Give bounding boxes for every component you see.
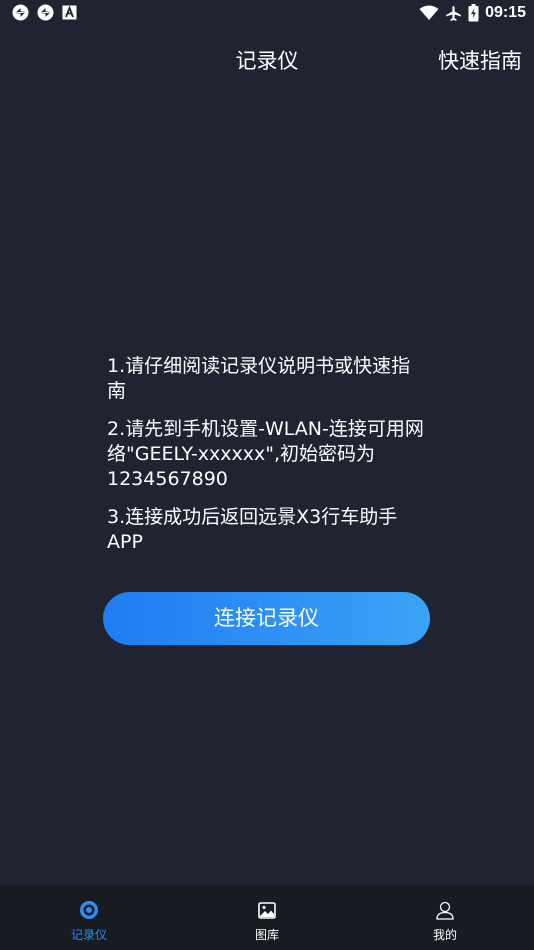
instruction-step: 1.请仔细阅读记录仪说明书或快速指南 xyxy=(107,355,411,402)
connect-recorder-button[interactable]: 连接记录仪 xyxy=(103,592,430,645)
sync-icon xyxy=(37,4,54,21)
status-right-icons: 09:15 xyxy=(419,3,526,23)
status-time: 09:15 xyxy=(485,4,526,21)
wifi-icon xyxy=(419,5,439,21)
sync-icon xyxy=(12,4,29,21)
airplane-icon xyxy=(445,5,462,22)
status-left-icons xyxy=(12,4,77,21)
eye-icon xyxy=(78,899,100,921)
nav-item-gallery[interactable]: 图库 xyxy=(178,885,356,950)
nav-item-recorder[interactable]: 记录仪 xyxy=(0,885,178,950)
quick-guide-link[interactable]: 快速指南 xyxy=(438,45,522,75)
nav-label: 我的 xyxy=(432,928,457,942)
instructions: 1.请仔细阅读记录仪说明书或快速指南 2.请先到手机设置-WLAN-连接可用网络… xyxy=(107,354,427,568)
gallery-icon xyxy=(258,899,276,921)
instruction-step: 2.请先到手机设置-WLAN-连接可用网络"GEELY-xxxxxx",初始密码… xyxy=(107,418,424,490)
user-icon xyxy=(436,899,454,921)
nav-label: 图库 xyxy=(254,928,279,942)
app-header: 记录仪 快速指南 xyxy=(0,27,534,89)
nav-label: 记录仪 xyxy=(70,928,107,942)
instruction-step: 3.连接成功后返回远景X3行车助手APP xyxy=(107,506,398,553)
font-a-icon xyxy=(62,5,77,20)
nav-item-mine[interactable]: 我的 xyxy=(356,885,534,950)
status-bar: 09:15 xyxy=(0,0,534,27)
bottom-nav: 记录仪 图库 我的 xyxy=(0,885,534,950)
battery-icon xyxy=(468,4,479,22)
